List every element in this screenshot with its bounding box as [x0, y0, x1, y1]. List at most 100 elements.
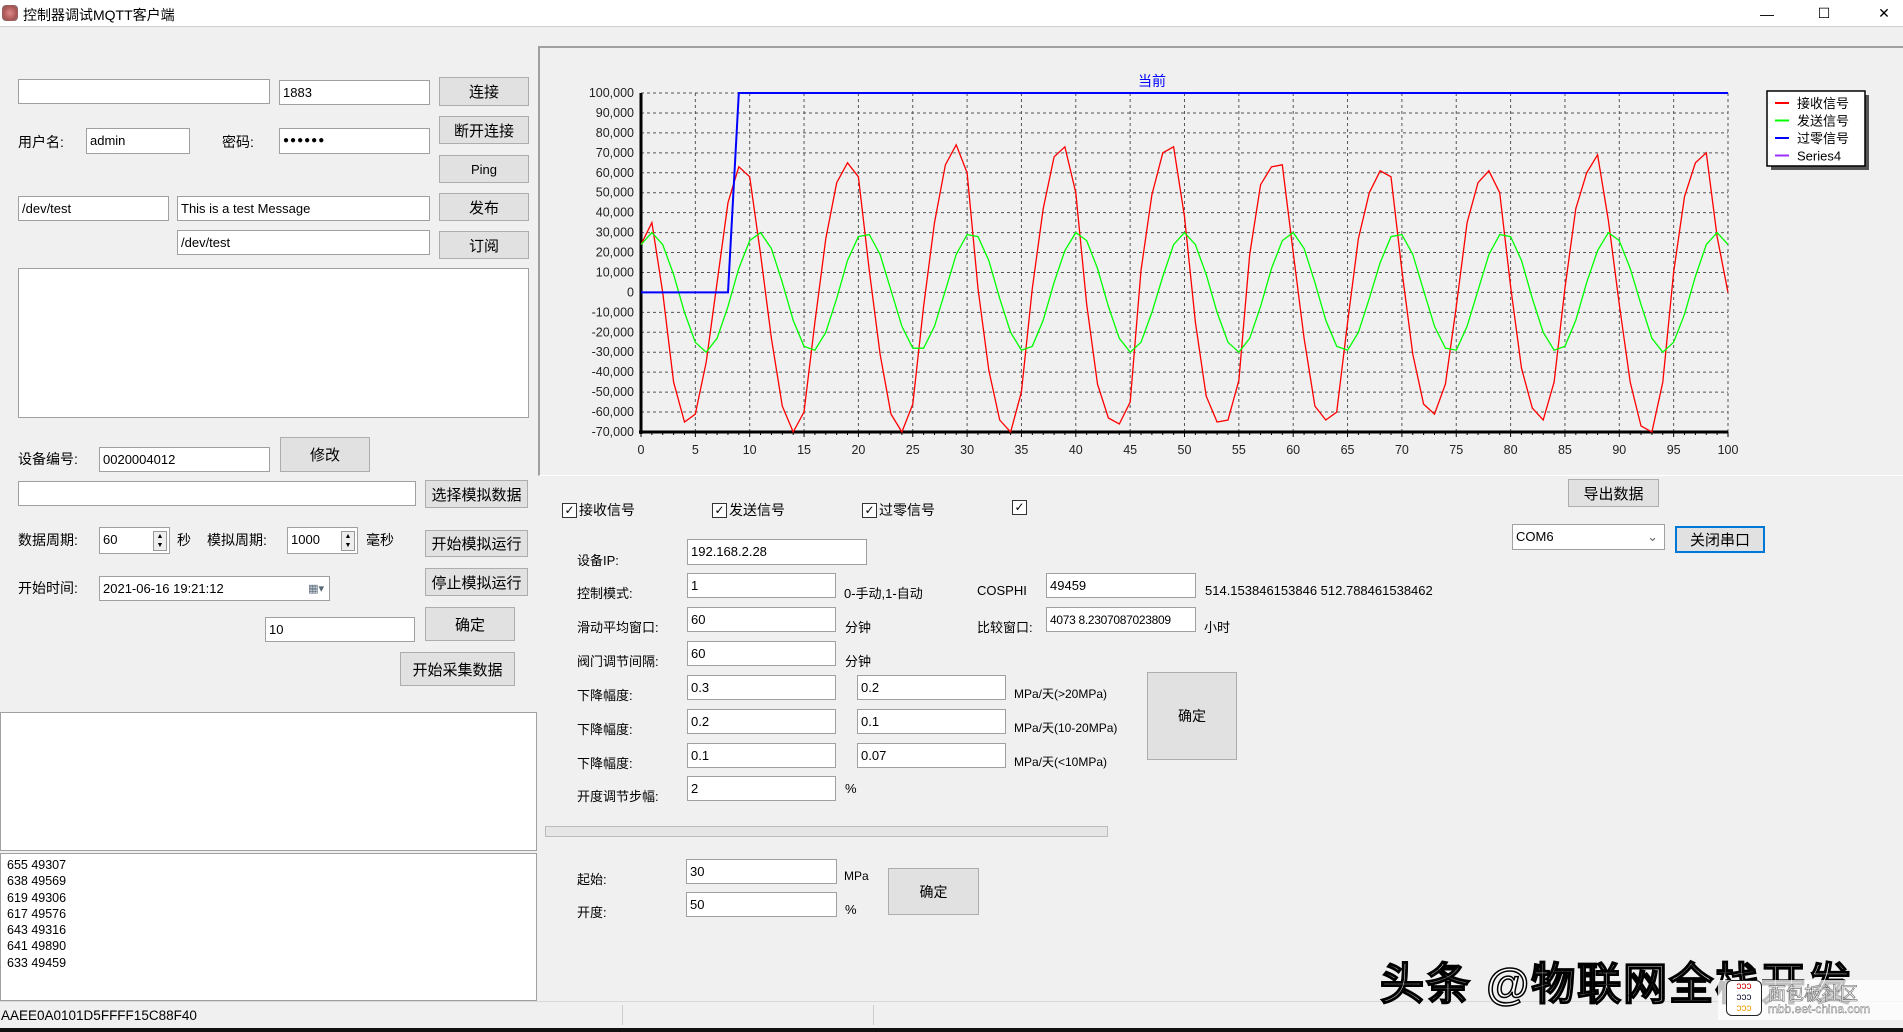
y-tick-label: -70,000	[592, 425, 634, 439]
password-input[interactable]: ●●●●●●	[279, 128, 430, 154]
x-tick-label: 25	[906, 443, 920, 457]
checkbox-1[interactable]: ✓ 接收信号	[562, 500, 635, 520]
y-tick-label: 100,000	[589, 86, 634, 100]
serial-port-select[interactable]: COM6 ⌄	[1512, 524, 1665, 550]
close-serial-button[interactable]: 关闭串口	[1675, 526, 1765, 553]
maximize-button[interactable]: ☐	[1801, 0, 1847, 27]
checkbox-label: 发送信号	[729, 502, 785, 518]
log-line: 655 49307	[7, 858, 67, 872]
username-label: 用户名:	[18, 134, 64, 150]
y-tick-label: 0	[627, 285, 634, 299]
y-tick-label: 20,000	[596, 246, 634, 260]
params-confirm-button[interactable]: 确定	[1147, 672, 1237, 760]
avg-window-unit: 分钟	[845, 620, 872, 635]
drop-unit: MPa/天(10-20MPa)	[1014, 721, 1118, 735]
device-id-input[interactable]: 0020004012	[99, 447, 270, 472]
mode-input[interactable]: 1	[687, 573, 836, 598]
bottom-confirm-button[interactable]: 确定	[888, 868, 979, 915]
subscribe-button[interactable]: 订阅	[439, 231, 529, 259]
legend-label: Series4	[1797, 149, 1841, 164]
taskbar-edge	[0, 1028, 1903, 1032]
x-tick-label: 50	[1178, 443, 1192, 457]
sim-period-value: 1000	[291, 532, 320, 547]
output-textarea[interactable]	[0, 712, 537, 851]
opening-label: 开度:	[577, 905, 607, 920]
checkbox-check-icon[interactable]: ✓	[562, 502, 577, 518]
status-divider	[622, 1005, 623, 1025]
y-tick-label: 40,000	[596, 206, 634, 220]
valve-interval-input[interactable]: 60	[687, 641, 836, 666]
compare-window-input[interactable]: 4073 8.2307087023809	[1046, 607, 1196, 632]
start-pressure-input[interactable]: 30	[686, 859, 837, 884]
y-tick-label: -40,000	[592, 365, 634, 379]
subscribe-topic-input[interactable]: /dev/test	[177, 230, 430, 255]
log-line: 633 49459	[7, 955, 67, 970]
sim-period-spinner[interactable]: 1000 ▲ ▼	[287, 527, 358, 554]
message-log-textarea[interactable]	[18, 268, 529, 418]
start-time-picker[interactable]: 2021-06-16 19:21:12 ▦▾	[99, 576, 330, 601]
checkbox-check-icon[interactable]: ✓	[712, 502, 727, 518]
port-input[interactable]: 1883	[279, 80, 430, 105]
x-tick-label: 30	[960, 443, 974, 457]
username-input[interactable]: admin	[86, 128, 190, 154]
opening-input[interactable]: 50	[686, 892, 837, 917]
valve-interval-label: 阀门调节间隔:	[577, 654, 659, 669]
data-period-spinner[interactable]: 60 ▲ ▼	[99, 527, 170, 554]
checkbox-check-icon[interactable]: ✓	[1012, 500, 1027, 515]
legend-label: 发送信号	[1797, 114, 1849, 129]
publish-message-input[interactable]: This is a test Message	[177, 196, 430, 221]
cosphi-input[interactable]: 49459	[1046, 573, 1196, 598]
logo-url: mbb.eet-china.com	[1768, 1002, 1871, 1016]
y-tick-label: 80,000	[596, 126, 634, 140]
sim-period-unit: 毫秒	[366, 532, 394, 548]
x-tick-label: 40	[1069, 443, 1083, 457]
connect-button[interactable]: 连接	[439, 77, 529, 106]
start-sim-button[interactable]: 开始模拟运行	[425, 530, 528, 557]
export-data-button[interactable]: 导出数据	[1568, 479, 1659, 507]
publish-topic-input[interactable]: /dev/test	[18, 196, 169, 221]
close-button[interactable]: ✕	[1861, 0, 1903, 27]
spinner-arrows-icon[interactable]: ▲ ▼	[341, 531, 355, 551]
drop-input-b[interactable]: 0.1	[857, 709, 1006, 734]
x-tick-label: 90	[1612, 443, 1626, 457]
chevron-down-icon[interactable]: ⌄	[1647, 528, 1658, 546]
drop-label: 下降幅度:	[577, 688, 633, 703]
x-tick-label: 20	[851, 443, 865, 457]
modify-button[interactable]: 修改	[280, 437, 370, 472]
x-tick-label: 80	[1504, 443, 1518, 457]
drop-input-b[interactable]: 0.2	[857, 675, 1006, 700]
x-tick-label: 35	[1014, 443, 1028, 457]
y-tick-label: -10,000	[592, 305, 634, 319]
data-log-textarea[interactable]: 655 49307 638 49569 619 49306 617 49576 643 …	[0, 853, 537, 1001]
host-input[interactable]	[18, 79, 270, 104]
checkbox-2[interactable]: ✓ 发送信号	[712, 500, 785, 520]
stop-sim-button[interactable]: 停止模拟运行	[425, 568, 528, 596]
select-sim-data-button[interactable]: 选择模拟数据	[425, 480, 528, 508]
log-line: 617 49576	[7, 906, 67, 921]
minimize-button[interactable]: —	[1744, 0, 1790, 27]
sim-file-input[interactable]	[18, 481, 416, 506]
calendar-dropdown-icon[interactable]: ▦▾	[308, 580, 324, 598]
y-tick-label: 60,000	[596, 166, 634, 180]
checkbox-3[interactable]: ✓ 过零信号	[862, 500, 935, 520]
spinner-arrows-icon[interactable]: ▲ ▼	[153, 531, 167, 551]
drop-input-a[interactable]: 0.3	[687, 675, 836, 700]
ip-input[interactable]: 192.168.2.28	[687, 539, 867, 565]
step-input[interactable]: 2	[687, 776, 836, 801]
x-tick-label: 10	[743, 443, 757, 457]
checkbox-label: 接收信号	[579, 502, 635, 518]
drop-unit: MPa/天(<10MPa)	[1014, 755, 1108, 769]
count-confirm-button[interactable]: 确定	[425, 607, 515, 641]
drop-input-a[interactable]: 0.1	[687, 743, 836, 768]
drop-input-a[interactable]: 0.2	[687, 709, 836, 734]
checkbox-4[interactable]: ✓	[1012, 500, 1029, 515]
serial-port-value: COM6	[1516, 529, 1554, 544]
count-input[interactable]: 10	[265, 617, 415, 642]
ping-button[interactable]: Ping	[439, 155, 529, 183]
drop-input-b[interactable]: 0.07	[857, 743, 1006, 768]
checkbox-check-icon[interactable]: ✓	[862, 502, 877, 518]
disconnect-button[interactable]: 断开连接	[439, 116, 529, 144]
start-collect-button[interactable]: 开始采集数据	[400, 652, 515, 686]
publish-button[interactable]: 发布	[439, 193, 529, 221]
avg-window-input[interactable]: 60	[687, 607, 836, 632]
